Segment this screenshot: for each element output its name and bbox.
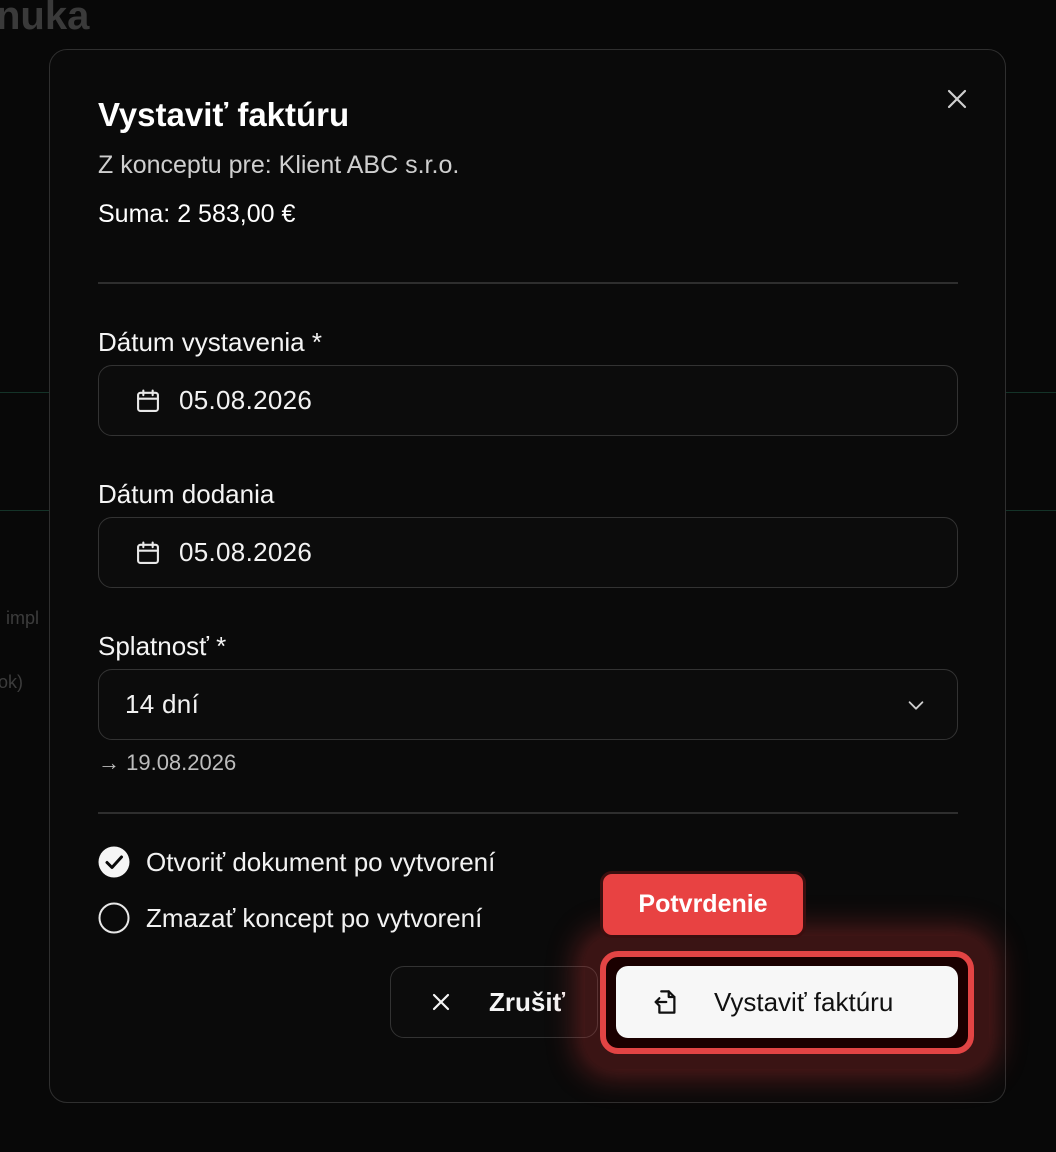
checkbox-checked-icon [98,846,130,878]
chevron-down-icon [908,701,924,710]
cancel-button-label: Zrušiť [489,986,566,1017]
due-date-hint: → 19.08.2026 [98,750,237,775]
delivery-date-field[interactable]: 05.08.2026 [98,517,958,588]
calendar-icon [134,539,162,567]
issue-date-field[interactable]: 05.08.2026 [98,365,958,436]
due-select[interactable]: 14 dní [98,669,958,740]
divider [98,282,958,284]
dialog-subtitle: Z konceptu pre: Klient ABC s.r.o. [98,151,460,179]
divider [98,812,958,814]
invoice-sum: Suma: 2 583,00 € [98,200,296,228]
open-document-checkbox[interactable]: Otvoriť dokument po vytvorení [98,846,495,878]
cancel-button[interactable]: Zrušiť [390,966,598,1038]
dialog-title: Vystaviť faktúru [98,96,350,133]
close-icon [432,993,450,1011]
delete-draft-label: Zmazať koncept po vytvorení [146,902,483,933]
issue-invoice-button[interactable]: Vystaviť faktúru [616,966,958,1038]
issue-date-label: Dátum vystavenia * [98,327,322,357]
due-label: Splatnosť * [98,631,227,661]
delete-draft-checkbox[interactable]: Zmazať koncept po vytvorení [98,902,482,934]
issue-invoice-button-label: Vystaviť faktúru [714,986,894,1017]
delivery-date-value: 05.08.2026 [179,537,313,567]
checkbox-unchecked-icon [98,902,130,934]
close-icon [947,89,967,109]
close-dialog-button[interactable] [940,82,974,116]
issue-date-value: 05.08.2026 [179,385,313,415]
file-export-icon [654,990,676,1014]
open-document-label: Otvoriť dokument po vytvorení [146,846,496,877]
delivery-date-label: Dátum dodania [98,479,275,509]
calendar-icon [134,387,162,415]
due-select-value: 14 dní [125,689,200,719]
confirmation-badge: Potvrdenie [600,871,806,938]
